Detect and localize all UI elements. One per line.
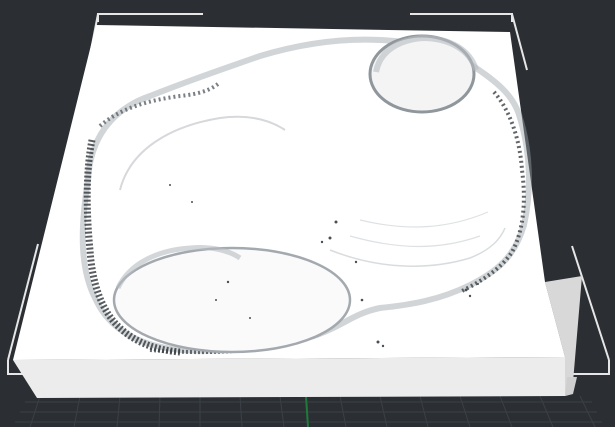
print-preview-viewport[interactable] [0, 0, 615, 427]
model-front-face [13, 357, 565, 398]
terrain-model[interactable] [13, 25, 582, 398]
inner-crater-bottom [112, 246, 352, 354]
scene-canvas[interactable] [0, 0, 615, 427]
